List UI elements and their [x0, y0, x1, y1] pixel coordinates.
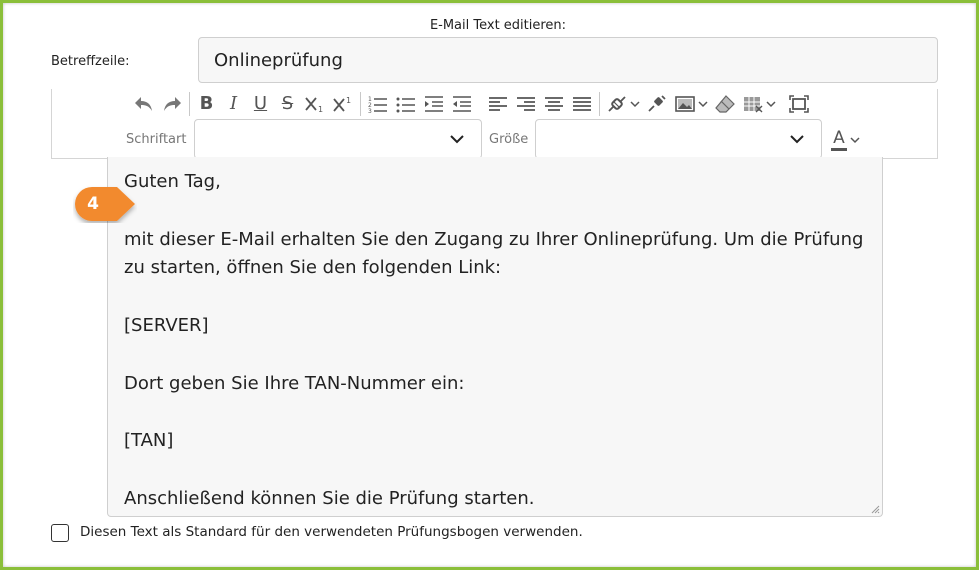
toolbar-row-formatting: B I U S 1 1 123 [130, 91, 813, 117]
editor-paragraph[interactable] [124, 341, 866, 370]
align-justify-icon [573, 97, 591, 111]
editor-toolbar: B I U S 1 1 123 Schriftart Größe A [51, 89, 938, 159]
table-button[interactable] [739, 92, 779, 116]
strikethrough-icon: S [281, 93, 294, 114]
fullscreen-icon [789, 95, 809, 113]
text-color-swatch [831, 147, 847, 151]
indent-icon [425, 96, 443, 112]
eraser-icon [715, 95, 735, 113]
align-center-icon [545, 97, 563, 111]
redo-icon [164, 97, 181, 111]
unordered-list-button[interactable] [392, 92, 420, 116]
align-left-button[interactable] [484, 92, 512, 116]
fullscreen-button[interactable] [785, 92, 813, 116]
font-family-label: Schriftart [126, 132, 187, 147]
superscript-button[interactable]: 1 [329, 92, 357, 116]
subject-label: Betreffzeile: [51, 54, 130, 69]
indent-button[interactable] [420, 92, 448, 116]
italic-button[interactable]: I [220, 92, 247, 116]
unlink-icon [648, 95, 666, 112]
table-icon [744, 97, 763, 113]
svg-text:1: 1 [318, 105, 323, 114]
redo-button[interactable] [158, 92, 186, 116]
bold-button[interactable]: B [193, 92, 220, 116]
svg-text:1: 1 [346, 96, 351, 105]
unordered-list-icon [396, 97, 415, 113]
toolbar-separator [189, 92, 190, 116]
chevron-down-icon [630, 101, 640, 108]
toolbar-separator [599, 92, 600, 116]
dialog-frame: E-Mail Text editieren: Betreffzeile: B I… [3, 3, 976, 567]
editor-paragraph[interactable]: mit dieser E-Mail erhalten Sie den Zugan… [124, 226, 866, 284]
image-icon [675, 96, 695, 112]
chevron-down-icon [450, 135, 464, 144]
editor-paragraph[interactable]: Dort geben Sie Ihre TAN-Nummer ein: [124, 370, 866, 399]
resize-handle-icon[interactable] [870, 504, 880, 514]
superscript-icon: 1 [333, 96, 351, 112]
subscript-icon: 1 [305, 97, 323, 114]
link-button[interactable] [603, 92, 643, 116]
font-size-label: Größe [489, 132, 529, 147]
chevron-down-icon [790, 135, 804, 144]
editor-paragraph[interactable]: [SERVER] [124, 312, 866, 341]
editor-paragraph[interactable]: [TAN] [124, 427, 866, 456]
align-center-button[interactable] [540, 92, 568, 116]
link-icon [608, 96, 626, 112]
editor-paragraph[interactable] [124, 398, 866, 427]
outdent-icon [453, 96, 471, 112]
align-left-icon [489, 97, 507, 111]
editor-paragraph[interactable] [124, 456, 866, 485]
subscript-button[interactable]: 1 [301, 92, 329, 116]
editor-paragraph[interactable] [124, 283, 866, 312]
chevron-down-icon [850, 137, 860, 144]
underline-button[interactable]: U [247, 92, 274, 116]
text-color-button[interactable]: A [830, 127, 860, 153]
align-right-icon [517, 97, 535, 111]
email-body-text[interactable]: Guten Tag, mit dieser E-Mail erhalten Si… [108, 157, 882, 514]
chevron-down-icon [698, 101, 708, 108]
strikethrough-button[interactable]: S [274, 92, 301, 116]
align-right-button[interactable] [512, 92, 540, 116]
editor-paragraph[interactable]: Guten Tag, [124, 168, 866, 197]
default-text-checkbox-label[interactable]: Diesen Text als Standard für den verwend… [80, 524, 583, 540]
italic-icon: I [229, 93, 238, 114]
text-color-glyph: A [833, 127, 845, 148]
dialog-heading: E-Mail Text editieren: [429, 18, 567, 33]
image-button[interactable] [671, 92, 711, 116]
align-justify-button[interactable] [568, 92, 596, 116]
font-size-select[interactable] [535, 119, 822, 159]
font-family-select[interactable] [194, 119, 482, 159]
toolbar-separator [360, 92, 361, 116]
clear-format-button[interactable] [711, 92, 739, 116]
step-callout-number: 4 [87, 194, 99, 214]
undo-button[interactable] [130, 92, 158, 116]
undo-icon [135, 97, 152, 111]
default-text-checkbox[interactable] [51, 524, 69, 542]
editor-paragraph[interactable]: Anschließend können Sie die Prüfung star… [124, 485, 866, 514]
text-color-icon: A [830, 127, 848, 151]
bold-icon: B [199, 93, 214, 114]
underline-icon: U [253, 93, 268, 114]
subject-input[interactable] [198, 37, 938, 83]
chevron-down-icon [766, 101, 776, 108]
ordered-list-button[interactable]: 123 [364, 92, 392, 116]
ordered-list-icon: 123 [368, 96, 387, 114]
outdent-button[interactable] [448, 92, 476, 116]
email-body-editor[interactable]: Guten Tag, mit dieser E-Mail erhalten Si… [107, 157, 883, 517]
svg-text:3: 3 [368, 108, 372, 114]
editor-paragraph[interactable] [124, 197, 866, 226]
unlink-button[interactable] [643, 92, 671, 116]
